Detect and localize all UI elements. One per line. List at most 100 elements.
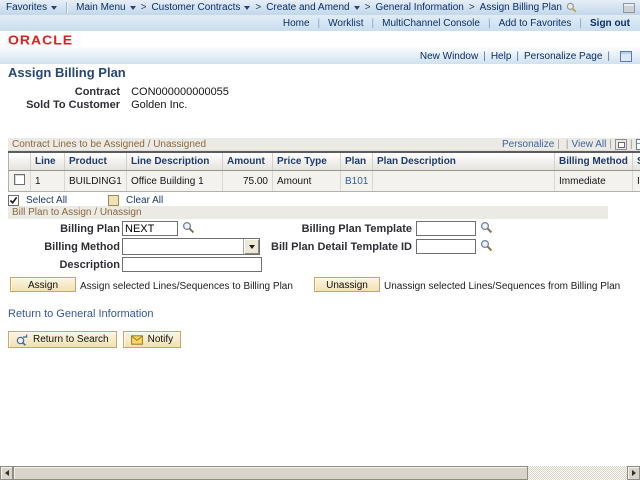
- page-title: Assign Billing Plan: [8, 65, 126, 80]
- select-column-header: [9, 152, 31, 171]
- divider: |: [579, 18, 582, 29]
- col-billing-method: Billing Method: [555, 152, 633, 171]
- cell-amount: 75.00: [223, 171, 273, 192]
- row-checkbox[interactable]: [14, 174, 25, 185]
- unassign-hint: Unassign selected Lines/Sequences from B…: [384, 281, 620, 292]
- table-row: 1 BUILDING1 Office Building 1 75.00 Amou…: [9, 171, 640, 192]
- grid-action-bar: Personalize | | View All | | F: [502, 138, 640, 151]
- return-to-search-button[interactable]: Return to Search: [8, 331, 117, 348]
- menu-customer-contracts[interactable]: Customer Contracts: [151, 2, 250, 13]
- contract-label: Contract: [0, 86, 120, 98]
- personalize-page-link[interactable]: Personalize Page: [524, 51, 602, 62]
- divider: |: [318, 18, 321, 29]
- divider: |: [516, 51, 519, 62]
- personalize-link[interactable]: Personalize: [502, 139, 554, 150]
- divider: [66, 2, 67, 13]
- breadcrumb-separator: >: [469, 2, 475, 13]
- col-status-truncated: S: [633, 152, 640, 171]
- grid-popout-icon[interactable]: [615, 139, 627, 150]
- bill-plan-detail-template-input[interactable]: [416, 239, 476, 254]
- clear-all-label[interactable]: Clear All: [126, 195, 163, 206]
- bill-plan-section-bar: Bill Plan to Assign / Unassign: [8, 206, 608, 219]
- divider: |: [372, 18, 375, 29]
- billing-plan-template-lookup-icon[interactable]: [480, 221, 493, 234]
- favorites-menu[interactable]: Favorites: [6, 2, 57, 13]
- scrollbar-thumb[interactable]: [13, 466, 528, 480]
- notify-button[interactable]: Notify: [123, 331, 182, 348]
- help-link[interactable]: Help: [491, 51, 512, 62]
- divider: |: [557, 139, 560, 150]
- unassign-button[interactable]: Unassign: [314, 277, 380, 292]
- col-amount: Amount: [223, 152, 273, 171]
- return-to-general-information-link[interactable]: Return to General Information: [8, 308, 154, 320]
- bill-plan-section-title: Bill Plan to Assign / Unassign: [12, 207, 142, 218]
- cell-status-truncated: In: [633, 171, 640, 192]
- page-links-bar: New Window | Help | Personalize Page |: [0, 47, 640, 64]
- new-window-link[interactable]: New Window: [420, 51, 478, 62]
- crumb-assign-billing-plan[interactable]: Assign Billing Plan: [480, 2, 562, 13]
- bill-plan-detail-template-label: Bill Plan Detail Template ID: [230, 241, 412, 253]
- cell-line: 1: [31, 171, 65, 192]
- oracle-logo: ORACLE: [8, 33, 73, 48]
- chevron-down-icon: [244, 6, 250, 10]
- col-line: Line: [31, 152, 65, 171]
- scroll-left-arrow[interactable]: [0, 466, 13, 480]
- nav-corner-icon[interactable]: [623, 3, 635, 13]
- clear-all-control[interactable]: Clear All: [108, 195, 163, 206]
- portal-links-bar: Home | Worklist | MultiChannel Console |…: [0, 15, 640, 31]
- page-url-icon[interactable]: [620, 51, 632, 62]
- chevron-down-icon: [130, 6, 136, 10]
- bill-plan-detail-template-lookup-icon[interactable]: [480, 239, 493, 252]
- multichannel-console-link[interactable]: MultiChannel Console: [382, 18, 480, 29]
- view-all-link[interactable]: View All: [571, 139, 606, 150]
- contract-row: Contract CON000000000055: [0, 86, 229, 98]
- plan-link[interactable]: B101: [345, 176, 368, 187]
- page-toolbar: Return to Search Notify: [8, 331, 181, 348]
- grid-download-icon[interactable]: [636, 139, 640, 150]
- breadcrumb-magnifier-icon[interactable]: [566, 2, 577, 13]
- billing-plan-template-input[interactable]: [416, 221, 476, 236]
- home-link[interactable]: Home: [283, 18, 310, 29]
- contract-value: CON000000000055: [131, 86, 229, 98]
- favorites-label: Favorites: [6, 2, 47, 13]
- grid-header-row: Line Product Line Description Amount Pri…: [9, 152, 640, 171]
- divider: |: [630, 139, 633, 150]
- clear-all-icon[interactable]: [108, 195, 119, 206]
- peoplesoft-window: Favorites Main Menu > Customer Contracts…: [0, 0, 640, 480]
- assign-button[interactable]: Assign: [10, 277, 76, 292]
- assign-hint: Assign selected Lines/Sequences to Billi…: [80, 281, 293, 292]
- chevron-down-icon: [51, 6, 57, 10]
- billing-plan-template-label: Billing Plan Template: [250, 223, 412, 235]
- sold-to-value: Golden Inc.: [131, 99, 187, 111]
- description-input[interactable]: [122, 257, 262, 272]
- select-all-label[interactable]: Select All: [26, 195, 67, 206]
- select-all-control[interactable]: Select All: [8, 195, 67, 206]
- col-plan-description: Plan Description: [373, 152, 555, 171]
- notify-envelope-icon: [131, 335, 143, 345]
- billing-plan-lookup-icon[interactable]: [182, 221, 195, 234]
- return-to-search-icon: [16, 334, 28, 346]
- breadcrumb-bar: Favorites Main Menu > Customer Contracts…: [0, 0, 640, 15]
- cell-billing-method: Immediate: [555, 171, 633, 192]
- add-to-favorites-link[interactable]: Add to Favorites: [499, 18, 572, 29]
- contract-lines-table: Line Product Line Description Amount Pri…: [8, 151, 640, 192]
- col-line-description: Line Description: [127, 152, 223, 171]
- billing-method-label: Billing Method: [0, 241, 120, 253]
- worklist-link[interactable]: Worklist: [328, 18, 363, 29]
- breadcrumb-separator: >: [255, 2, 261, 13]
- sign-out-link[interactable]: Sign out: [590, 18, 630, 29]
- logo-band: ORACLE: [0, 31, 640, 47]
- cell-line-description: Office Building 1: [127, 171, 223, 192]
- horizontal-scrollbar[interactable]: [0, 466, 640, 480]
- menu-main-menu[interactable]: Main Menu: [76, 2, 135, 13]
- scroll-right-arrow[interactable]: [627, 466, 640, 480]
- select-all-checked-icon[interactable]: [8, 195, 19, 206]
- divider: |: [488, 18, 491, 29]
- crumb-general-information[interactable]: General Information: [375, 2, 463, 13]
- billing-plan-input[interactable]: [122, 221, 178, 236]
- divider: |: [483, 51, 486, 62]
- col-price-type: Price Type: [273, 152, 341, 171]
- menu-create-and-amend[interactable]: Create and Amend: [266, 2, 359, 13]
- billing-plan-label: Billing Plan: [0, 223, 120, 235]
- breadcrumb-separator: >: [365, 2, 371, 13]
